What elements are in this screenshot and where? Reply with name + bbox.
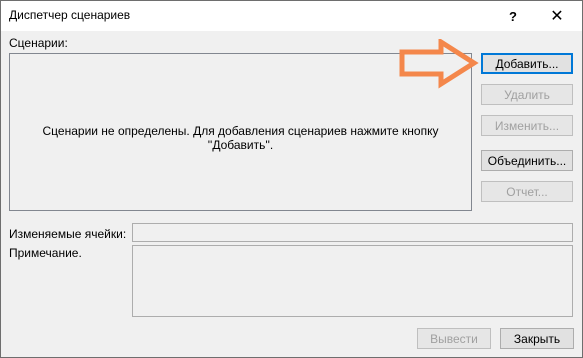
window-title: Диспетчер сценариев [9, 8, 131, 22]
scenario-manager-dialog: Диспетчер сценариев ? ✕ Сценарии: Сценар… [0, 0, 583, 358]
add-button[interactable]: Добавить... [481, 53, 573, 74]
delete-button[interactable]: Удалить [481, 84, 573, 105]
changing-cells-field [132, 223, 573, 242]
show-button[interactable]: Вывести [417, 328, 491, 349]
scenarios-label: Сценарии: [9, 36, 68, 50]
comment-field [132, 245, 573, 317]
close-window-button[interactable]: ✕ [537, 1, 577, 31]
help-button[interactable]: ? [493, 1, 533, 31]
right-arrow-icon [399, 39, 479, 89]
report-button[interactable]: Отчет... [481, 181, 573, 202]
close-button[interactable]: Закрыть [500, 328, 574, 349]
edit-button[interactable]: Изменить... [481, 115, 573, 136]
changing-cells-label: Изменяемые ячейки: [9, 227, 127, 241]
merge-button[interactable]: Объединить... [481, 150, 573, 171]
title-bar: Диспетчер сценариев ? ✕ [1, 1, 582, 31]
empty-scenarios-message: Сценарии не определены. Для добавления с… [42, 124, 439, 152]
comment-label: Примечание. [9, 246, 82, 260]
